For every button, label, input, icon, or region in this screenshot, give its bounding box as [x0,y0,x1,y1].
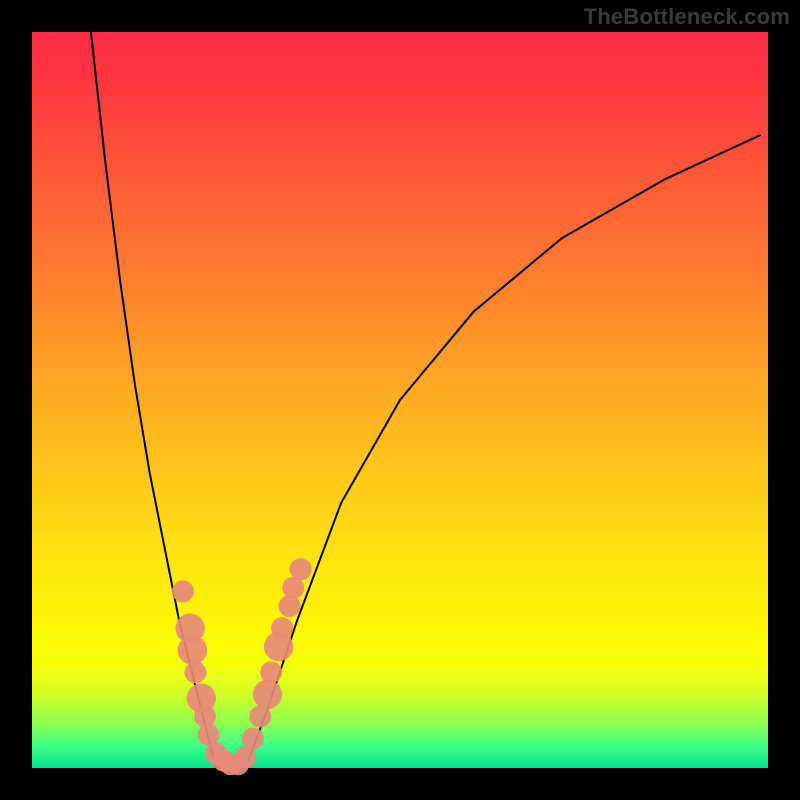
chart-markers [172,558,312,775]
chart-plot-area [32,32,768,768]
chart-marker [260,661,282,683]
chart-marker [253,680,282,709]
chart-frame: TheBottleneck.com [0,0,800,800]
chart-marker [172,580,194,602]
chart-marker [194,706,216,728]
chart-marker [290,558,312,580]
chart-marker [178,636,207,665]
chart-overlay-svg [32,32,768,768]
chart-marker [271,617,293,639]
watermark-text: TheBottleneck.com [584,4,790,30]
chart-marker [242,728,264,750]
chart-marker [279,595,301,617]
chart-marker [184,661,206,683]
